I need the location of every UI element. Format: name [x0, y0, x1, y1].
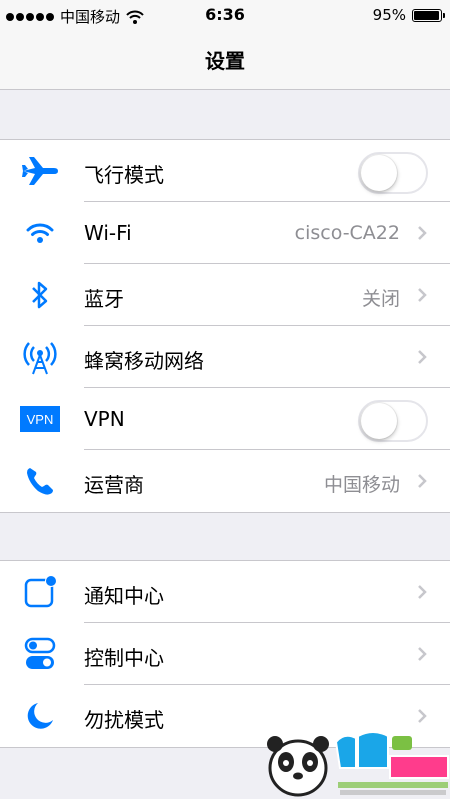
chevron-right-icon [418, 474, 427, 488]
row-label: 飞行模式 [84, 163, 164, 187]
status-right: 95% [372, 6, 445, 24]
moon-icon [18, 698, 62, 734]
wifi-network-name: cisco-CA22 [294, 222, 400, 244]
chevron-right-icon [418, 585, 427, 599]
chevron-right-icon [418, 350, 427, 364]
row-airplane-mode[interactable]: 飞行模式 [0, 140, 450, 202]
watermark-logo [267, 731, 449, 797]
status-bar: 中国移动 6:36 95% [0, 0, 450, 30]
phone-icon [18, 463, 62, 499]
bluetooth-icon [18, 277, 62, 313]
wifi-icon [18, 215, 62, 251]
row-notification-center[interactable]: 通知中心 [0, 561, 450, 623]
row-cellular[interactable]: 蜂窝移动网络 [0, 326, 450, 388]
row-label: 蜂窝移动网络 [84, 349, 204, 373]
battery-percent: 95% [372, 6, 406, 24]
row-control-center[interactable]: 控制中心 [0, 623, 450, 685]
row-bluetooth[interactable]: 蓝牙 关闭 [0, 264, 450, 326]
row-wifi[interactable]: Wi-Fi cisco-CA22 [0, 202, 450, 264]
row-carrier[interactable]: 运营商 中国移动 [0, 450, 450, 512]
chevron-right-icon [418, 288, 427, 302]
control-center-icon [18, 636, 62, 672]
row-label: 通知中心 [84, 584, 164, 608]
row-label: 勿扰模式 [84, 708, 164, 732]
row-label: Wi-Fi [84, 221, 132, 245]
chevron-right-icon [418, 647, 427, 661]
carrier-detail: 中国移动 [323, 474, 400, 496]
settings-group-connectivity: 飞行模式 Wi-Fi cisco-CA22 蓝牙 关闭 蜂窝移动网络 VPN V… [0, 139, 450, 513]
row-label: 蓝牙 [84, 287, 124, 311]
navigation-bar: 设置 [0, 30, 450, 90]
cellular-antenna-icon [18, 339, 62, 375]
row-label: VPN [84, 407, 125, 431]
vpn-badge: VPN [20, 406, 60, 432]
row-vpn[interactable]: VPN VPN [0, 388, 450, 450]
airplane-icon [18, 153, 62, 189]
notification-center-icon [18, 574, 62, 610]
chevron-right-icon [418, 226, 427, 240]
vpn-icon: VPN [18, 401, 62, 437]
page-title: 设置 [205, 49, 245, 73]
row-label: 运营商 [84, 473, 144, 497]
settings-group-system: 通知中心 控制中心 勿扰模式 [0, 560, 450, 748]
bluetooth-status: 关闭 [361, 288, 400, 310]
airplane-mode-toggle[interactable] [358, 152, 428, 194]
battery-icon [412, 8, 445, 22]
vpn-toggle[interactable] [358, 400, 428, 442]
row-label: 控制中心 [84, 646, 164, 670]
